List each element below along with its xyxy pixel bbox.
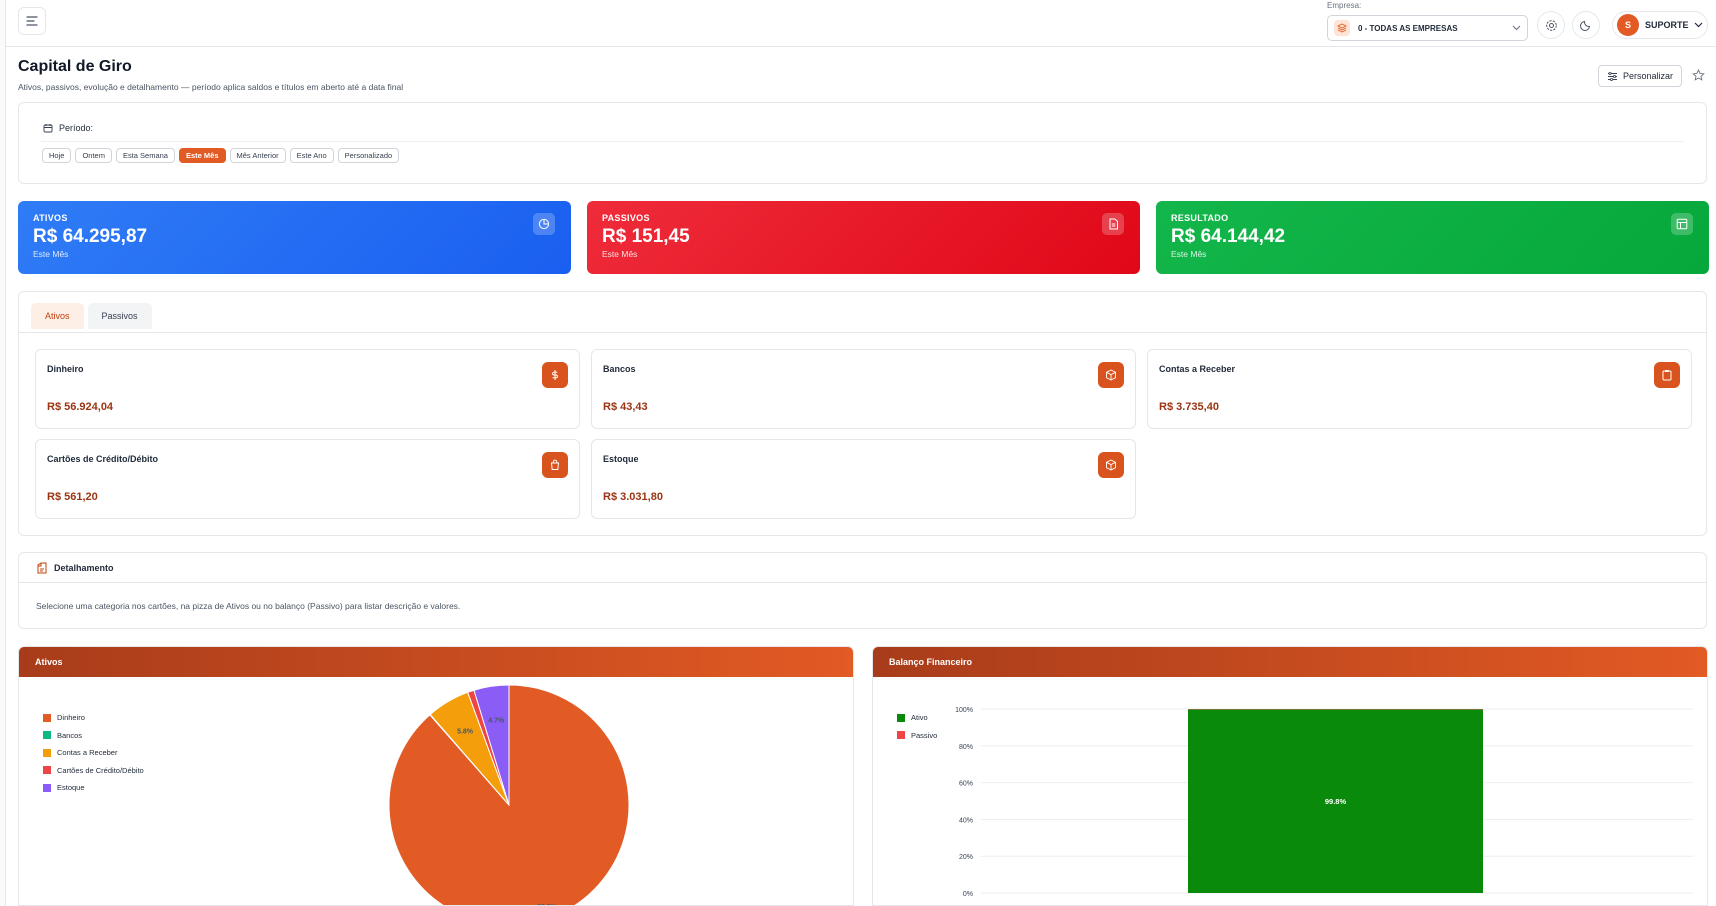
periodo-label: Período: — [59, 123, 94, 133]
kpi-label: ATIVOS — [33, 213, 68, 223]
personalizar-button[interactable]: Personalizar — [1598, 65, 1682, 87]
tab-passivos[interactable]: Passivos — [87, 303, 152, 329]
kpi-value: R$ 64.144,42 — [1171, 226, 1286, 247]
left-rail — [0, 0, 6, 906]
tab-ativos[interactable]: Ativos — [31, 303, 84, 329]
pie-chart: 88.5%5.8%4.7% — [388, 684, 630, 905]
category-label: Dinheiro — [47, 364, 84, 374]
category-value: R$ 3.735,40 — [1159, 401, 1219, 413]
user-menu-button[interactable]: S SUPORTE — [1612, 11, 1708, 39]
list-detail-icon — [37, 562, 47, 574]
category-card-cartoes[interactable]: Cartões de Crédito/Débito R$ 561,20 — [35, 439, 580, 519]
star-icon — [1691, 68, 1705, 81]
tabs: Ativos Passivos — [31, 303, 152, 329]
kpi-label: RESULTADO — [1171, 213, 1229, 223]
chevron-down-icon — [1512, 25, 1521, 31]
y-tick-label: 60% — [959, 781, 973, 788]
kpi-passivos: PASSIVOS R$ 151,45 Este Mês — [587, 201, 1140, 274]
categories-card: Ativos Passivos Dinheiro R$ 56.924,04 Ba… — [18, 291, 1707, 536]
period-option-mes-anterior[interactable]: Mês Anterior — [229, 148, 286, 163]
period-option-personalizado[interactable]: Personalizado — [337, 148, 400, 163]
calendar-icon — [43, 124, 53, 133]
pie-data-label: 5.8% — [457, 729, 474, 736]
period-option-este-mes[interactable]: Este Mês — [178, 148, 226, 163]
category-card-contas-a-receber[interactable]: Contas a Receber R$ 3.735,40 — [1147, 349, 1692, 429]
moon-icon — [1580, 20, 1591, 31]
kpi-resultado: RESULTADO R$ 64.144,42 Este Mês — [1156, 201, 1709, 274]
period-option-esta-semana[interactable]: Esta Semana — [115, 148, 175, 163]
divider — [19, 582, 1706, 583]
period-option-ontem[interactable]: Ontem — [75, 148, 112, 163]
menu-toggle-button[interactable] — [18, 7, 46, 35]
kpi-period: Este Mês — [602, 249, 638, 259]
periodo-options: Hoje Ontem Esta Semana Este Mês Mês Ante… — [42, 148, 400, 163]
category-card-bancos[interactable]: Bancos R$ 43,43 — [591, 349, 1136, 429]
divider — [41, 141, 1684, 142]
avatar: S — [1617, 14, 1639, 36]
chart-title: Balanço Financeiro — [873, 647, 1707, 677]
pie-data-label: 4.7% — [488, 718, 505, 725]
category-label: Estoque — [603, 454, 639, 464]
kpi-ativos: ATIVOS R$ 64.295,87 Este Mês — [18, 201, 571, 274]
y-tick-label: 40% — [959, 817, 973, 824]
bar-data-label: 99.8% — [1325, 797, 1347, 806]
y-tick-label: 0% — [963, 891, 973, 898]
user-name: SUPORTE — [1645, 20, 1689, 30]
kpi-label: PASSIVOS — [602, 213, 650, 223]
clipboard-icon — [1654, 362, 1680, 388]
category-label: Bancos — [603, 364, 636, 374]
category-card-estoque[interactable]: Estoque R$ 3.031,80 — [591, 439, 1136, 519]
detalhamento-text: Selecione uma categoria nos cartões, na … — [36, 601, 461, 611]
bar-chart: 0% 20% 40% 60% 80% 100% 99.8% — [955, 707, 1693, 898]
empresa-value: 0 - TODAS AS EMPRESAS — [1358, 23, 1458, 33]
page-subtitle: Ativos, passivos, evolução e detalhament… — [18, 82, 404, 92]
chevron-down-icon — [1694, 22, 1703, 28]
category-value: R$ 561,20 — [47, 491, 98, 503]
detalhamento-title: Detalhamento — [54, 563, 114, 573]
top-bar: Empresa: 0 - TODAS AS EMPRESAS S SUPORTE — [6, 0, 1716, 47]
personalizar-label: Personalizar — [1622, 71, 1674, 81]
page-title: Capital de Giro — [18, 58, 132, 75]
kpi-period: Este Mês — [1171, 249, 1207, 259]
card-icon — [542, 452, 568, 478]
y-tick-label: 80% — [959, 744, 973, 751]
document-icon — [1102, 213, 1124, 235]
dollar-icon — [542, 362, 568, 388]
menu-icon — [26, 16, 38, 26]
y-tick-label: 20% — [959, 854, 973, 861]
category-value: R$ 3.031,80 — [603, 491, 663, 503]
period-option-este-ano[interactable]: Este Ano — [289, 148, 334, 163]
category-label: Contas a Receber — [1159, 364, 1236, 374]
divider — [19, 332, 1706, 333]
periodo-card: Período: Hoje Ontem Esta Semana Este Mês… — [18, 102, 1707, 184]
settings-button[interactable] — [1537, 11, 1565, 39]
favorite-button[interactable] — [1690, 67, 1706, 83]
ativos-chart-card: Ativos Dinheiro Bancos Contas a Receber … — [18, 646, 854, 906]
sliders-icon — [1607, 71, 1617, 81]
table-icon — [1671, 213, 1693, 235]
category-value: R$ 56.924,04 — [47, 401, 114, 413]
balanco-chart-card: Balanço Financeiro Ativo Passivo 0% 20% 40… — [872, 646, 1708, 906]
empresa-label: Empresa: — [1327, 1, 1362, 10]
pie-chart-icon — [533, 213, 555, 235]
theme-toggle-button[interactable] — [1572, 11, 1600, 39]
chart-title: Ativos — [19, 647, 853, 677]
category-card-dinheiro[interactable]: Dinheiro R$ 56.924,04 — [35, 349, 580, 429]
kpi-value: R$ 64.295,87 — [33, 226, 148, 247]
kpi-value: R$ 151,45 — [602, 226, 690, 247]
kpi-period: Este Mês — [33, 249, 69, 259]
bank-box-icon — [1098, 362, 1124, 388]
package-icon — [1098, 452, 1124, 478]
period-option-hoje[interactable]: Hoje — [42, 148, 72, 163]
category-label: Cartões de Crédito/Débito — [47, 454, 159, 464]
y-tick-label: 100% — [955, 707, 973, 714]
category-value: R$ 43,43 — [603, 401, 648, 413]
gear-icon — [1545, 19, 1557, 31]
layers-icon — [1334, 20, 1350, 36]
detalhamento-card: Detalhamento Selecione uma categoria nos… — [18, 552, 1707, 629]
empresa-select[interactable]: 0 - TODAS AS EMPRESAS — [1327, 15, 1528, 41]
